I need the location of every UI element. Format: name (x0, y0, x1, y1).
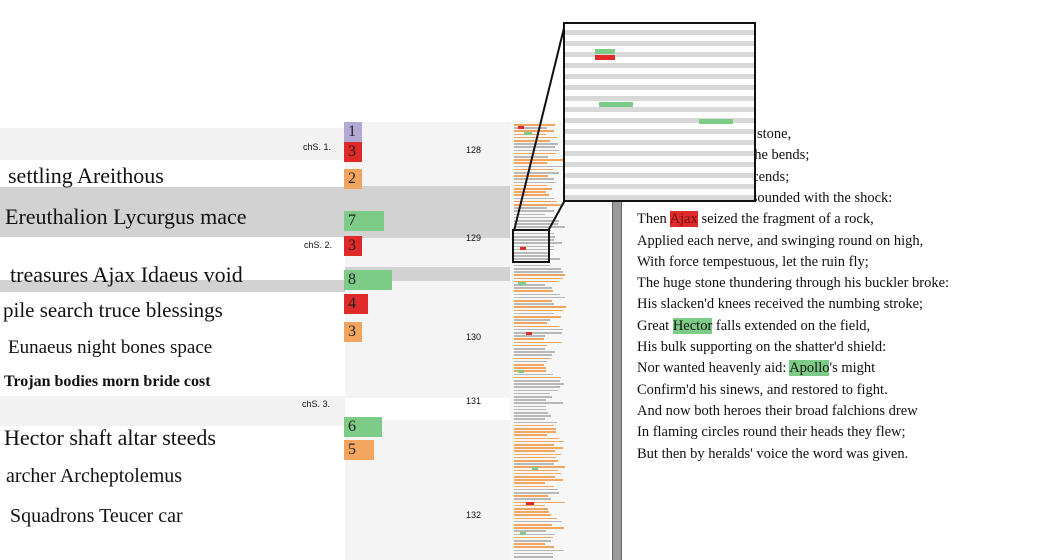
zoom-stripe (565, 41, 754, 46)
cluster-chip[interactable]: 3 (344, 236, 362, 256)
zoom-stripe (565, 52, 754, 57)
cluster-chip[interactable]: 7 (344, 211, 384, 231)
zoom-stripe (565, 140, 754, 145)
zoom-mark (595, 55, 615, 60)
zoom-stripe (565, 173, 754, 178)
zoom-stripe (565, 129, 754, 134)
zoom-lens (563, 22, 756, 202)
zoom-stripe (565, 162, 754, 167)
zoom-stripe (565, 96, 754, 101)
chapter-label: chS. 3. (302, 399, 331, 409)
cluster-chip[interactable]: 8 (344, 270, 392, 290)
cluster-chip[interactable]: 4 (344, 294, 368, 314)
cluster-chip[interactable]: 3 (344, 142, 362, 162)
chapter-label: chS. 2. (304, 240, 333, 250)
zoom-stripe (565, 85, 754, 90)
zoom-stripe (565, 195, 754, 200)
zoom-stripe (565, 184, 754, 189)
cluster-chip[interactable]: 1 (344, 122, 362, 142)
chapter-label: chS. 1. (303, 142, 332, 152)
zoom-mark (599, 102, 633, 107)
zoom-stripe (565, 107, 754, 112)
zoom-stripe (565, 74, 754, 79)
cluster-chip[interactable]: 6 (344, 417, 382, 437)
zoom-stripe (565, 151, 754, 156)
zoom-connector-lines (513, 23, 566, 232)
zoom-stripe (565, 30, 754, 35)
cluster-chip[interactable]: 2 (344, 169, 362, 189)
zoom-mark (699, 119, 733, 124)
cluster-chip[interactable]: 5 (344, 440, 374, 460)
zoom-connector-left (513, 23, 566, 232)
zoom-connector-bottom (547, 199, 566, 232)
cluster-chip[interactable]: 3 (344, 322, 362, 342)
zoom-stripe (565, 63, 754, 68)
zoom-mark (595, 49, 615, 54)
